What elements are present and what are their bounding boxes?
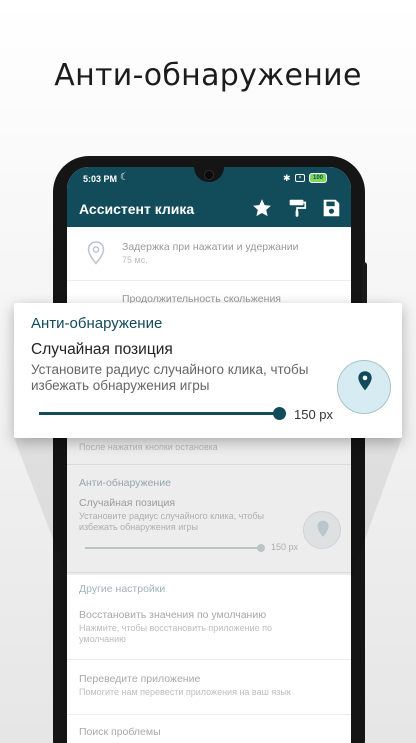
radius-slider-knob[interactable]: [273, 407, 286, 420]
promo-headline: Анти-обнаружение: [54, 58, 362, 93]
setting-subtitle: Помогите нам перевести приложения на ваш…: [79, 687, 291, 697]
card-title: Случайная позиция: [31, 341, 173, 358]
card-description: Установите радиус случайного клика, чтоб…: [31, 362, 309, 393]
section-header: Другие настройки: [79, 583, 166, 595]
zoomed-setting-card[interactable]: Анти-обнаружение Случайная позиция Устан…: [14, 303, 402, 438]
divider: [67, 659, 351, 660]
save-icon[interactable]: [320, 197, 342, 219]
camera-icon: [204, 170, 214, 180]
setting-title: Поиск проблемы: [79, 726, 161, 738]
setting-subtitle: После нажатия кнопки остановка: [79, 442, 218, 452]
radius-slider-value: 150 px: [294, 407, 334, 422]
location-pin-icon: [87, 241, 105, 265]
section-header: Анти-обнаружение: [79, 477, 171, 489]
setting-title: Случайная позиция: [79, 497, 176, 509]
moon-icon: ☾: [120, 172, 129, 183]
slider-track-ghost: [85, 547, 261, 549]
app-title: Ассистент клика: [79, 201, 195, 217]
battery-icon: 100: [309, 173, 327, 183]
location-pin-icon: [358, 371, 372, 391]
phone-screen: 5:03 PM ☾ ✱ × 100 Ассистент клика Задерж…: [67, 167, 351, 743]
paint-roller-icon[interactable]: [286, 197, 308, 219]
radius-slider-track[interactable]: [39, 412, 281, 415]
slider-knob-ghost: [257, 544, 265, 552]
setting-subtitle: Установите радиус случайного клика, чтоб…: [79, 511, 264, 532]
status-time: 5:03 PM: [83, 174, 118, 184]
card-category: Анти-обнаружение: [31, 315, 163, 332]
slider-value-ghost: 150 px: [271, 542, 299, 552]
setting-title: Восстановить значения по умолчанию: [79, 609, 267, 621]
location-pin-icon: [317, 520, 329, 537]
setting-title: Переведите приложение: [79, 673, 201, 685]
divider: [67, 572, 351, 573]
app-bar: Ассистент клика: [67, 191, 351, 227]
setting-subtitle: 75 мс.: [122, 255, 148, 265]
divider: [67, 714, 351, 715]
bluetooth-icon: ✱: [283, 173, 291, 183]
setting-title: Задержка при нажатии и удержании: [122, 241, 299, 253]
divider: [67, 464, 351, 465]
star-icon[interactable]: [251, 197, 273, 219]
sim-icon: ×: [295, 174, 305, 182]
radius-preview: [337, 360, 391, 414]
setting-subtitle: Нажмите, чтобы восстановить приложение п…: [79, 623, 272, 644]
status-bar: 5:03 PM ☾ ✱ × 100: [67, 167, 351, 191]
divider: [67, 280, 351, 281]
radius-preview-ghost: [303, 511, 341, 549]
